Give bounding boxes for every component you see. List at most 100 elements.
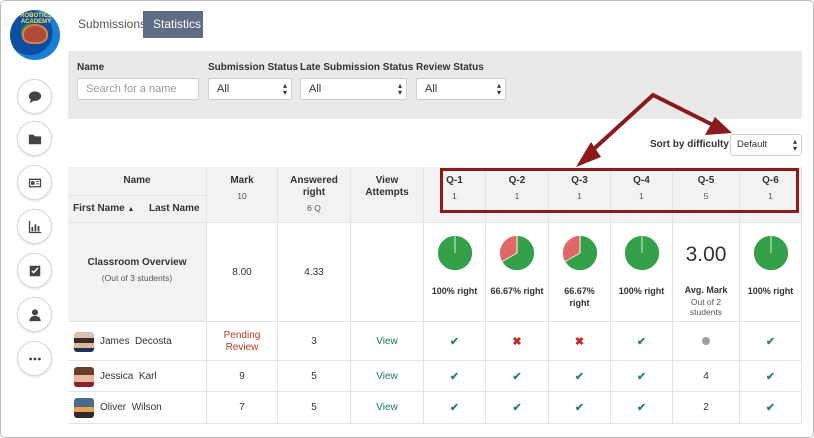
student-q6-result[interactable]: ✔	[740, 322, 802, 361]
select-arrows-icon: ▴ ▾	[496, 81, 501, 97]
average-mark: 3.00	[685, 243, 727, 266]
student-mark-cell: 7	[207, 392, 278, 424]
overview-answered-cell: 4.33	[278, 223, 351, 322]
percent-right-label: 66.67% right	[564, 286, 595, 308]
statistics-button[interactable]	[17, 209, 52, 244]
submission-status-label: Submission Status	[208, 62, 299, 73]
student-q5-result[interactable]: 4	[673, 361, 740, 392]
student-q4-result[interactable]: ✔	[611, 392, 673, 424]
incorrect-cross-icon: ✖	[574, 335, 585, 348]
review-status-label: Review Status	[416, 62, 484, 73]
view-attempts-link[interactable]: View	[351, 336, 423, 347]
avatar	[74, 331, 94, 352]
filter-bar: Name Search for a name Submission Status…	[68, 51, 802, 119]
student-answered-cell: 5	[278, 361, 351, 392]
mark-max: 10	[237, 191, 247, 201]
tab-statistics[interactable]: Statistics	[143, 11, 203, 38]
student-q4-result[interactable]: ✔	[611, 322, 673, 361]
pie-chart	[623, 235, 660, 271]
user-icon	[28, 308, 41, 321]
student-first-name: Oliver	[100, 402, 127, 413]
sort-up-icon: ▲	[127, 206, 135, 213]
student-view-cell: View	[351, 361, 424, 392]
chat-icon	[28, 90, 41, 103]
logo: ROBOTICS ACADEMY	[10, 10, 60, 60]
avatar	[74, 398, 94, 418]
late-submission-status-select[interactable]: All ▴ ▾	[300, 78, 407, 100]
more-icon	[28, 357, 41, 360]
student-q6-result[interactable]: ✔	[740, 361, 802, 392]
answered-header: Answered right 6 Q	[278, 167, 351, 223]
profile-button[interactable]	[17, 297, 52, 332]
student-first-name: Jessica	[100, 370, 134, 382]
name-search-input[interactable]: Search for a name	[77, 78, 199, 100]
average-mark-label: Avg. Mark	[684, 285, 728, 295]
review-button[interactable]	[17, 253, 52, 288]
tab-submissions[interactable]: Submissions	[68, 11, 146, 38]
pie-chart	[436, 235, 473, 271]
view-attempts-label: View Attempts	[365, 175, 409, 198]
student-mark: 7	[239, 402, 245, 413]
select-arrows-icon: ▴ ▾	[792, 137, 797, 153]
submission-status-select[interactable]: All ▴ ▾	[208, 78, 292, 100]
pie-chart	[499, 235, 535, 271]
overview-mark: 8.00	[232, 267, 252, 278]
question-score: 2	[703, 402, 709, 413]
student-mark-cell: Pending Review	[207, 322, 278, 361]
student-name: Oliver Wilson	[100, 402, 162, 413]
correct-check-icon: ✔	[636, 335, 647, 348]
student-view-cell: View	[351, 322, 424, 361]
answered-max: 6 Q	[307, 203, 321, 213]
app-window: ROBOTICS ACADEMY Submissions Statistics	[0, 0, 814, 438]
select-arrows-icon: ▴ ▾	[397, 81, 402, 97]
review-status-select[interactable]: All ▴ ▾	[416, 78, 506, 100]
overview-q1-cell: 100% right	[424, 223, 486, 322]
correct-check-icon: ✔	[449, 402, 460, 414]
student-q3-result[interactable]: ✔	[549, 392, 611, 424]
folder-icon	[28, 134, 41, 144]
student-q5-result[interactable]: 2	[673, 392, 740, 424]
student-q2-result[interactable]: ✔	[486, 392, 549, 424]
name-header: Name First Name ▲ Last Name	[68, 167, 207, 223]
student-q3-result[interactable]: ✖	[549, 322, 611, 361]
student-q1-result[interactable]: ✔	[424, 392, 486, 424]
last-name-sort[interactable]: Last Name	[149, 203, 200, 214]
correct-check-icon: ✔	[765, 370, 776, 383]
student-q4-result[interactable]: ✔	[611, 361, 673, 392]
checkbox-icon	[29, 265, 40, 276]
student-last-name: Karl	[138, 370, 157, 382]
view-attempts-link[interactable]: View	[351, 371, 423, 382]
review-status-value: All	[425, 83, 438, 95]
pie-chart	[561, 235, 598, 271]
student-name-cell: Oliver Wilson	[68, 392, 207, 424]
student-q5-result[interactable]	[673, 322, 740, 361]
student-q3-result[interactable]: ✔	[549, 361, 611, 392]
first-name-sort[interactable]: First Name ▲	[73, 203, 134, 214]
student-q1-result[interactable]: ✔	[424, 322, 486, 361]
pending-review-status: Pending Review	[223, 329, 261, 353]
chat-button[interactable]	[17, 79, 52, 114]
question-headers-highlight	[440, 168, 799, 213]
more-button[interactable]	[17, 341, 52, 376]
student-q6-result[interactable]: ✔	[740, 392, 802, 424]
student-q2-result[interactable]: ✔	[486, 361, 549, 392]
id-card-button[interactable]	[17, 165, 52, 200]
student-q2-result[interactable]: ✖	[486, 322, 549, 361]
student-view-cell: View	[351, 392, 424, 424]
student-answered: 5	[311, 402, 317, 413]
student-answered-cell: 5	[278, 392, 351, 424]
student-answered: 5	[311, 370, 317, 382]
student-last-name: Decosta	[135, 335, 172, 347]
view-attempts-link[interactable]: View	[351, 402, 423, 413]
arrow-head-left	[576, 142, 601, 167]
sort-label: Sort by difficulty	[650, 139, 729, 150]
overview-q5-cell: 3.00 Avg. Mark Out of 2 students	[673, 223, 740, 322]
name-filter-label: Name	[77, 62, 105, 73]
answered-header-label: Answered right	[290, 175, 338, 198]
percent-right-label: 100% right	[747, 286, 794, 296]
student-q1-result[interactable]: ✔	[424, 361, 486, 392]
folder-button[interactable]	[17, 121, 52, 156]
sort-select[interactable]: Default ▴ ▾	[730, 134, 802, 156]
overview-q4-cell: 100% right	[611, 223, 673, 322]
correct-check-icon: ✔	[765, 335, 776, 348]
